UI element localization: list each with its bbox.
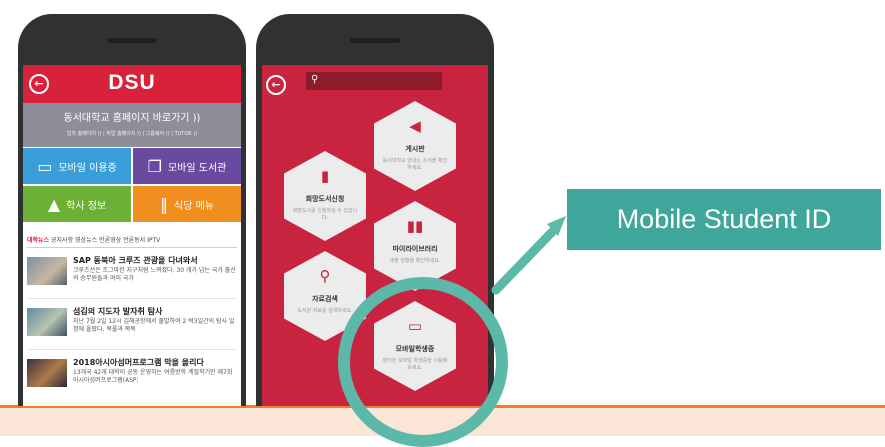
- callout-label: Mobile Student ID: [567, 189, 881, 250]
